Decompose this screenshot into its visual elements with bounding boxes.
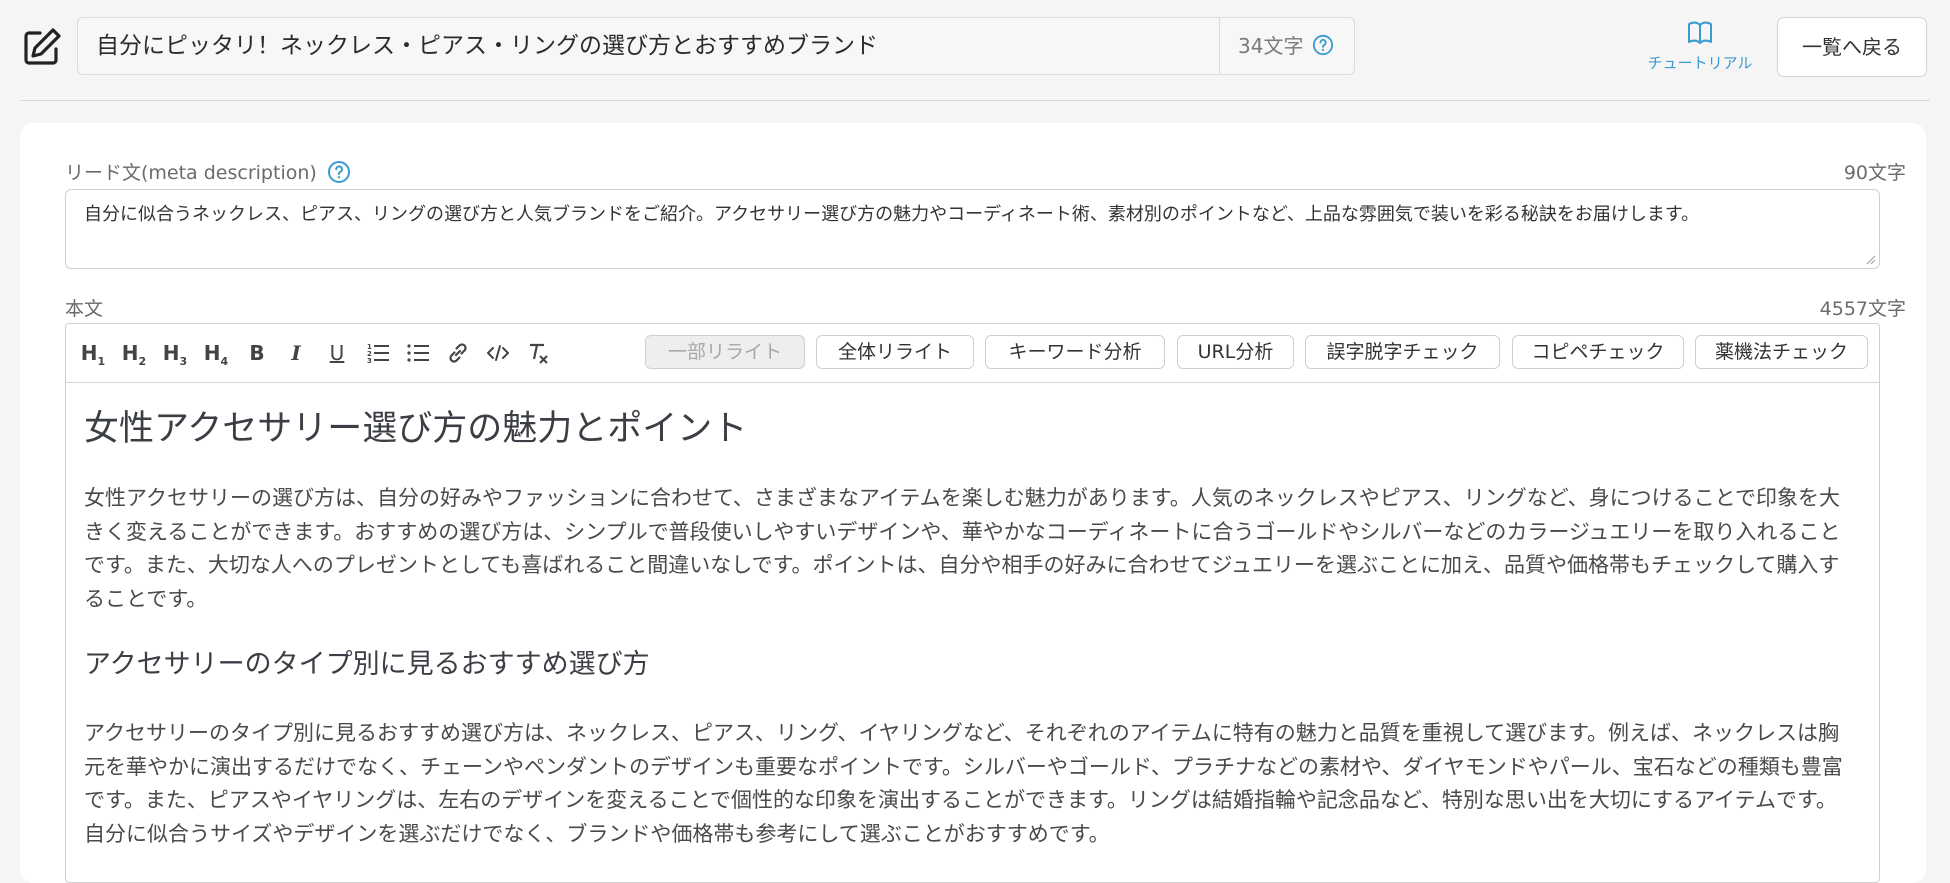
lead-textarea[interactable]: 自分に似合うネックレス、ピアス、リングの選び方と人気ブランドをご紹介。アクセサリ… [65, 189, 1880, 269]
tutorial-label: チュートリアル [1647, 54, 1753, 72]
lead-text: 自分に似合うネックレス、ピアス、リングの選び方と人気ブランドをご紹介。アクセサリ… [84, 204, 1700, 225]
body-label: 本文 [65, 298, 104, 320]
underline-button[interactable]: U [326, 340, 348, 366]
rich-text-editor[interactable]: H1 H2 H3 H4 B I U 1 2 3 一部リライト 全体リライト キー… [65, 323, 1880, 883]
article-card: リード文(meta description) 90文字 自分に似合うネックレス、… [20, 123, 1926, 883]
tutorial-button[interactable]: チュートリアル [1640, 18, 1760, 74]
content-heading-2: アクセサリーのタイプ別に見るおすすめ選び方 [84, 649, 650, 680]
heading4-button[interactable]: H4 [203, 340, 229, 368]
title-divider [1219, 18, 1220, 74]
resize-handle-icon[interactable] [1866, 255, 1876, 265]
book-icon [1688, 21, 1712, 44]
lead-label: リード文(meta description) [65, 162, 317, 184]
editor-toolbar: H1 H2 H3 H4 B I U 1 2 3 一部リライト 全体リライト キー… [66, 324, 1879, 383]
pharma-law-check-button[interactable]: 薬機法チェック [1695, 335, 1868, 369]
header-divider [20, 100, 1930, 101]
lead-char-count: 90文字 [1843, 162, 1906, 184]
help-icon[interactable] [327, 160, 351, 184]
copy-check-button[interactable]: コピペチェック [1512, 335, 1684, 369]
link-icon[interactable] [446, 340, 470, 366]
url-analysis-button[interactable]: URL分析 [1177, 335, 1294, 369]
editor-header: 自分にピッタリ！ネックレス・ピアス・リングの選び方とおすすめブランド 34文字 … [0, 0, 1950, 100]
code-icon[interactable] [486, 340, 510, 366]
title-char-count: 34文字 [1238, 34, 1304, 58]
body-char-count: 4557文字 [1819, 298, 1906, 320]
ordered-list-icon[interactable]: 1 2 3 [366, 340, 390, 366]
heading1-button[interactable]: H1 [80, 340, 106, 368]
help-icon[interactable] [1312, 34, 1334, 56]
heading3-button[interactable]: H3 [162, 340, 188, 368]
title-field[interactable]: 自分にピッタリ！ネックレス・ピアス・リングの選び方とおすすめブランド 34文字 [77, 17, 1355, 75]
heading2-button[interactable]: H2 [121, 340, 147, 368]
content-paragraph-2: アクセサリーのタイプ別に見るおすすめ選び方は、ネックレス、ピアス、リング、イヤリ… [84, 721, 1843, 846]
content-paragraph-1: 女性アクセサリーの選び方は、自分の好みやファッションに合わせて、さまざまなアイテ… [84, 486, 1841, 611]
content-heading-1: 女性アクセサリー選び方の魅力とポイント [84, 409, 748, 449]
full-rewrite-button[interactable]: 全体リライト [816, 335, 974, 369]
partial-rewrite-button[interactable]: 一部リライト [645, 335, 805, 369]
back-to-list-button[interactable]: 一覧へ戻る [1777, 17, 1927, 77]
bold-button[interactable]: B [246, 340, 268, 366]
edit-icon [24, 28, 61, 65]
svg-text:3: 3 [367, 357, 372, 365]
keyword-analysis-button[interactable]: キーワード分析 [985, 335, 1165, 369]
italic-button[interactable]: I [286, 340, 306, 366]
clear-format-icon[interactable] [526, 340, 550, 366]
bullet-list-icon[interactable] [406, 340, 430, 366]
typo-check-button[interactable]: 誤字脱字チェック [1305, 335, 1500, 369]
title-input[interactable]: 自分にピッタリ！ネックレス・ピアス・リングの選び方とおすすめブランド [96, 18, 878, 74]
